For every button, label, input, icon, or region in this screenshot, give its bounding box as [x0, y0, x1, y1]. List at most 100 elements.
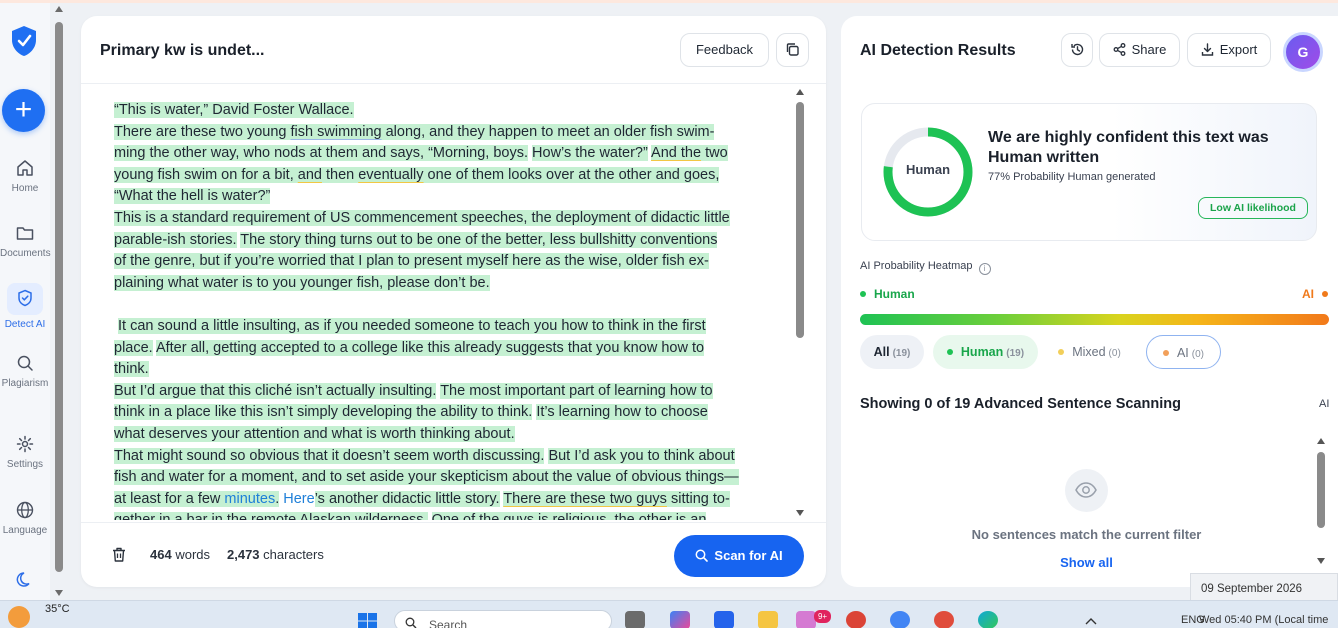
gear-icon	[16, 435, 34, 453]
top-accent-line	[0, 0, 1338, 3]
home-icon	[17, 160, 33, 176]
paragraph: This is a standard requirement of US com…	[114, 209, 730, 291]
shield-check-logo-icon[interactable]	[10, 25, 38, 57]
chevron-up-icon[interactable]	[1085, 617, 1097, 625]
file-explorer-icon[interactable]	[758, 611, 778, 628]
paragraph: That might sound so obvious that it does…	[114, 446, 784, 520]
download-icon	[1201, 43, 1213, 56]
show-all-link[interactable]: Show all	[841, 555, 1332, 570]
tray-datetime[interactable]: Wed 05:40 PM (Local time	[1199, 614, 1328, 626]
edge-icon[interactable]	[978, 611, 998, 628]
copy-button[interactable]	[776, 33, 809, 67]
paragraph: But I’d argue that this cliché isn’t act…	[114, 382, 713, 442]
weather-icon[interactable]	[8, 606, 30, 628]
results-scrollbar[interactable]	[1315, 436, 1327, 568]
avatar[interactable]: G	[1283, 32, 1323, 72]
export-button[interactable]: Export	[1187, 33, 1271, 67]
scroll-down-arrow-icon[interactable]	[796, 510, 804, 516]
sidebar-item-language[interactable]: Language	[0, 501, 50, 536]
sidebar-item-detect-ai[interactable]: Detect AI	[0, 283, 50, 330]
search-icon	[17, 355, 33, 371]
scrollbar-thumb[interactable]	[55, 22, 63, 572]
new-document-button[interactable]: +	[2, 89, 45, 132]
search-icon	[405, 617, 417, 628]
heatmap-human-label: Human	[860, 287, 915, 301]
verdict-probability: 77% Probability Human generated	[988, 171, 1156, 183]
paragraph: “This is water,” David Foster Wallace.	[114, 102, 354, 118]
heatmap-ai-label: AI	[1302, 287, 1328, 301]
filter-mixed[interactable]: Mixed (0)	[1047, 335, 1132, 369]
verdict-headline: We are highly confident this text was Hu…	[988, 129, 1269, 166]
document-text[interactable]: “This is water,” David Foster Wallace. T…	[114, 100, 784, 520]
sidebar-item-label: Language	[2, 525, 48, 536]
editor-footer: 464 words 2,473 characters Scan for AI	[81, 522, 826, 587]
filter-ai[interactable]: AI (0)	[1146, 335, 1221, 369]
sidebar-item-plagiarism[interactable]: Plagiarism	[0, 354, 50, 389]
heatmap-title: AI Probability Heatmap i	[860, 260, 991, 275]
chrome-active-icon[interactable]	[934, 611, 954, 628]
sidebar-item-label: Settings	[6, 459, 44, 470]
start-windows-icon[interactable]	[358, 613, 378, 628]
search-icon	[695, 549, 709, 562]
tooltip-date: 09 September 2026	[1201, 583, 1303, 595]
page-scrollbar[interactable]	[54, 4, 64, 600]
history-icon	[1070, 43, 1083, 56]
scroll-up-arrow-icon[interactable]	[1317, 438, 1325, 444]
sidebar-item-label: Home	[11, 183, 39, 194]
share-button[interactable]: Share	[1099, 33, 1180, 67]
chrome-icon[interactable]	[846, 611, 866, 628]
copy-icon	[786, 43, 799, 56]
scrollbar-thumb[interactable]	[796, 102, 804, 338]
sidebar-item-settings[interactable]: Settings	[0, 435, 50, 470]
sentence-scan-heading: Showing 0 of 19 Advanced Sentence Scanni…	[860, 396, 1181, 412]
task-view-icon[interactable]	[625, 611, 645, 628]
teams-icon[interactable]	[796, 611, 816, 628]
scrollbar-thumb[interactable]	[1317, 452, 1325, 528]
moon-icon	[16, 572, 30, 587]
sidebar-item-home[interactable]: Home	[0, 159, 50, 194]
sidebar: + Home Documents Detect AI Plagiarism Se…	[0, 3, 51, 600]
feedback-button[interactable]: Feedback	[680, 33, 769, 67]
editor-scrollbar[interactable]	[794, 86, 806, 518]
document-title[interactable]: Primary kw is undet...	[100, 42, 265, 60]
trash-icon[interactable]	[112, 547, 126, 562]
verdict-card: Human We are highly confident this text …	[861, 103, 1317, 241]
taskbar-search[interactable]: Search	[394, 610, 612, 628]
chrome-profile-icon[interactable]	[890, 611, 910, 628]
desktop-app-icon[interactable]	[714, 611, 734, 628]
results-panel: AI Detection Results Share Export G Huma…	[841, 16, 1338, 587]
editor-card: Primary kw is undet... Feedback “This is…	[81, 16, 826, 587]
filter-all[interactable]: All (19)	[860, 335, 924, 369]
history-button[interactable]	[1061, 33, 1093, 67]
sidebar-item-label: Detect AI	[4, 319, 46, 330]
filter-human[interactable]: Human (19)	[933, 335, 1038, 369]
info-icon[interactable]: i	[978, 263, 991, 275]
copilot-icon[interactable]	[670, 611, 690, 628]
empty-state-eye-icon	[1065, 469, 1108, 512]
taskbar-search-placeholder: Search	[429, 618, 468, 628]
sidebar-item-label: Documents	[0, 248, 51, 259]
gauge-label: Human	[905, 162, 951, 177]
scan-for-ai-button[interactable]: Scan for AI	[674, 535, 804, 577]
globe-icon	[16, 501, 34, 519]
paragraph: There are these two young fish swimming …	[114, 123, 728, 205]
taskbar: 35°C Search 9+ ENG Wed 05:40 PM (Local t…	[0, 600, 1338, 628]
sidebar-item-label: Plagiarism	[1, 378, 49, 389]
results-title: AI Detection Results	[860, 42, 1016, 59]
share-icon	[1113, 43, 1126, 56]
scroll-up-arrow-icon[interactable]	[796, 89, 804, 95]
scroll-up-arrow-icon[interactable]	[55, 6, 63, 12]
sidebar-item-documents[interactable]: Documents	[0, 224, 51, 259]
scroll-down-arrow-icon[interactable]	[55, 590, 63, 596]
word-count: 464 words	[150, 547, 211, 562]
folder-icon	[16, 227, 34, 240]
character-count: 2,473 characters	[227, 547, 324, 562]
paragraph: It can sound a little insulting, as if y…	[114, 317, 706, 378]
notification-badge: 9+	[814, 610, 831, 623]
empty-state-message: No sentences match the current filter	[971, 527, 1202, 542]
temperature: 35°C	[45, 603, 70, 615]
heatmap-gradient-bar	[860, 314, 1329, 325]
shield-check-icon	[18, 289, 32, 307]
editor-header: Primary kw is undet... Feedback	[81, 16, 826, 84]
theme-toggle[interactable]	[0, 571, 50, 595]
